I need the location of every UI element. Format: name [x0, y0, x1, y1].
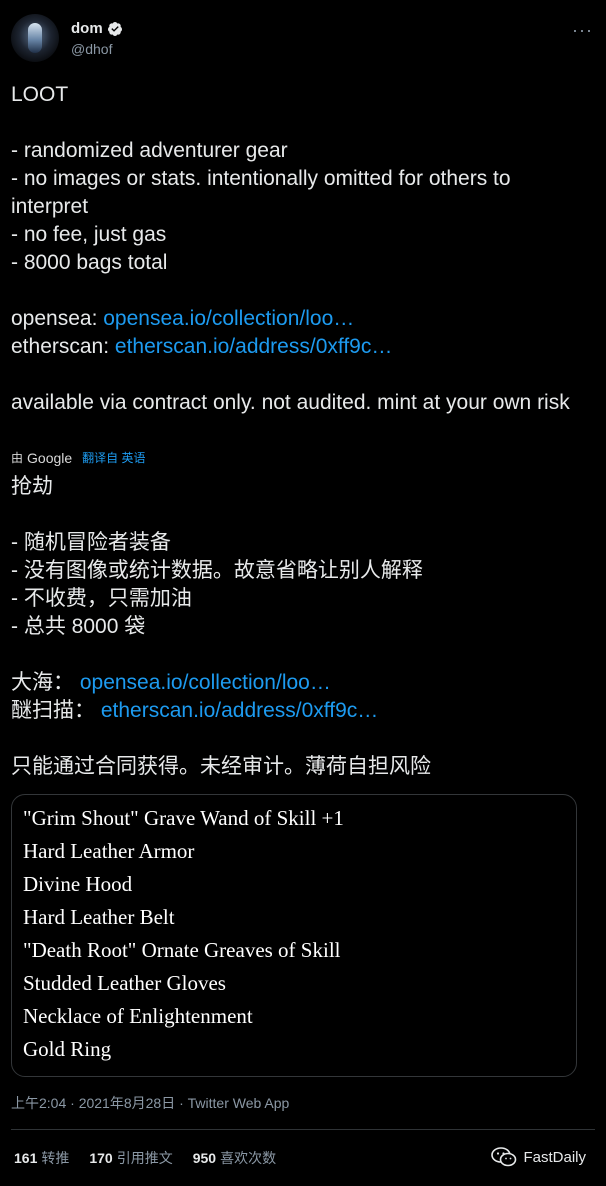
translated-opensea-link[interactable]: opensea.io/collection/loo…: [80, 671, 331, 694]
author-name[interactable]: dom: [71, 20, 103, 37]
translated-opensea-line: 大海： opensea.io/collection/loo…: [11, 669, 596, 697]
more-options-icon[interactable]: ···: [572, 20, 593, 41]
opensea-label: opensea:: [11, 307, 104, 330]
verified-badge-icon: [107, 21, 122, 36]
translated-from-link[interactable]: 翻译自 英语: [82, 449, 145, 466]
translated-bullet: - 没有图像或统计数据。故意省略让别人解释: [11, 559, 423, 582]
translation-attribution: 由 Google 翻译自 英语: [11, 449, 146, 466]
loot-item: Hard Leather Belt: [23, 905, 175, 929]
etherscan-label: etherscan:: [11, 335, 115, 358]
author-handle[interactable]: @dhof: [71, 41, 112, 57]
loot-item: Necklace of Enlightenment: [23, 1004, 253, 1028]
translated-title: 抢劫: [11, 475, 53, 498]
avatar[interactable]: [11, 14, 59, 62]
translated-etherscan-link[interactable]: etherscan.io/address/0xff9c…: [101, 699, 378, 722]
tweet-bullet: - 8000 bags total: [11, 251, 168, 274]
like-count[interactable]: 950 喜欢次数: [193, 1148, 276, 1168]
tweet-bullet: - no images or stats. intentionally omit…: [11, 167, 517, 218]
loot-item: Hard Leather Armor: [23, 839, 195, 863]
translated-opensea-label: 大海：: [11, 671, 80, 694]
watermark-text: FastDaily: [523, 1148, 586, 1166]
loot-item: Studded Leather Gloves: [23, 971, 226, 995]
tweet-bullet: - randomized adventurer gear: [11, 139, 288, 162]
google-logo: Google: [27, 449, 73, 466]
opensea-line: opensea: opensea.io/collection/loo…: [11, 305, 596, 333]
tweet-header: dom @dhof ···: [11, 14, 595, 64]
translated-bullet: - 随机冒险者装备: [11, 531, 171, 554]
author-name-row: dom: [71, 20, 123, 37]
loot-item: Divine Hood: [23, 872, 133, 896]
translated-footer: 只能通过合同获得。未经审计。薄荷自担风险: [11, 755, 431, 778]
fastdaily-watermark: FastDaily: [491, 1147, 586, 1167]
translated-by-label: 由: [11, 451, 24, 465]
opensea-link[interactable]: opensea.io/collection/loo…: [103, 307, 354, 330]
translated-etherscan-line: 醚扫描： etherscan.io/address/0xff9c…: [11, 697, 596, 725]
quote-tweet-count[interactable]: 170 引用推文: [89, 1148, 172, 1168]
wechat-icon: [491, 1147, 517, 1167]
translated-bullet: - 总共 8000 袋: [11, 615, 146, 638]
engagement-stats: 161 转推 170 引用推文 950 喜欢次数: [14, 1148, 276, 1168]
divider: [11, 1129, 595, 1130]
etherscan-link[interactable]: etherscan.io/address/0xff9c…: [115, 335, 392, 358]
loot-item-list: "Grim Shout" Grave Wand of Skill +1 Hard…: [12, 795, 576, 1069]
tweet-bullet: - no fee, just gas: [11, 223, 167, 246]
etherscan-line: etherscan: etherscan.io/address/0xff9c…: [11, 333, 596, 361]
tweet-title: LOOT: [11, 83, 69, 106]
retweet-count[interactable]: 161 转推: [14, 1148, 69, 1168]
loot-item: Gold Ring: [23, 1037, 112, 1061]
loot-item: "Grim Shout" Grave Wand of Skill +1: [23, 806, 344, 830]
tweet-footer: available via contract only. not audited…: [11, 391, 570, 414]
loot-image-card[interactable]: "Grim Shout" Grave Wand of Skill +1 Hard…: [11, 794, 577, 1077]
translated-etherscan-label: 醚扫描：: [11, 699, 101, 722]
loot-item: "Death Root" Ornate Greaves of Skill: [23, 938, 341, 962]
translated-bullet: - 不收费，只需加油: [11, 587, 192, 610]
tweet-timestamp[interactable]: 上午2:04 · 2021年8月28日 · Twitter Web App: [11, 1093, 289, 1113]
